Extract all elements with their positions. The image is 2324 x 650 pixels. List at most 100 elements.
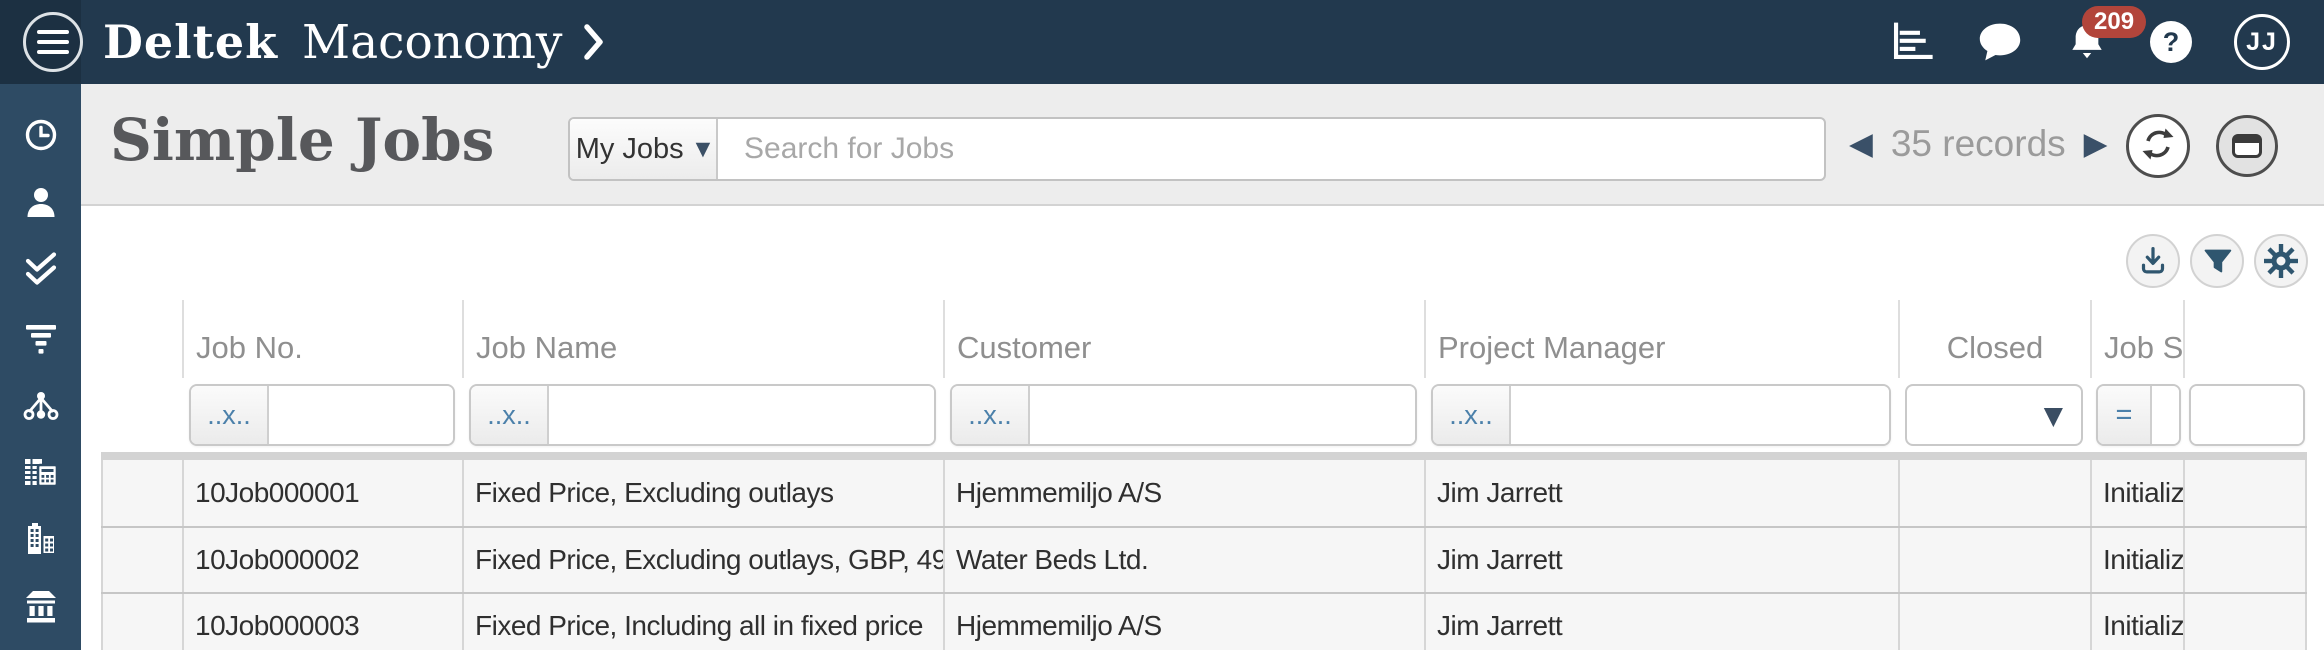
cell-gutter bbox=[101, 528, 182, 592]
column-header-filler bbox=[2183, 300, 2307, 378]
filter-equals-button[interactable]: = bbox=[2098, 386, 2152, 444]
export-download-button[interactable] bbox=[2126, 234, 2180, 288]
page-title: Simple Jobs bbox=[110, 106, 495, 174]
column-header-project-manager[interactable]: Project Manager bbox=[1424, 300, 1898, 378]
records-pager: ◀ 35 records ▶ bbox=[1849, 84, 2108, 204]
funnel-levels-icon[interactable] bbox=[21, 317, 61, 357]
search-group: My Jobs ▼ bbox=[568, 117, 1826, 181]
cell-job-no[interactable]: 10Job000003 bbox=[182, 594, 462, 650]
next-records-icon[interactable]: ▶ bbox=[2084, 126, 2108, 162]
cell-customer[interactable]: Hjemmemiljo A/S bbox=[943, 594, 1424, 650]
bank-icon[interactable] bbox=[21, 587, 61, 627]
filter-filler bbox=[2183, 384, 2307, 446]
column-header-job-status[interactable]: Job Status bbox=[2090, 300, 2183, 378]
search-input[interactable] bbox=[718, 119, 1824, 179]
notifications-bell-icon[interactable]: 209 bbox=[2066, 6, 2147, 64]
chevron-down-icon: ▼ bbox=[695, 138, 711, 160]
cell-closed[interactable] bbox=[1898, 528, 2090, 592]
filter-operator-button[interactable]: ..x.. bbox=[191, 386, 269, 444]
clock-icon[interactable] bbox=[21, 115, 61, 155]
topbar-actions: 209 ? JJ bbox=[1888, 0, 2324, 84]
window-icon bbox=[2232, 134, 2262, 158]
filter-operator-button[interactable]: ..x.. bbox=[471, 386, 549, 444]
records-count-label: 35 records bbox=[1890, 123, 2066, 164]
column-header-job-name[interactable]: Job Name bbox=[462, 300, 943, 378]
sidebar-nav bbox=[0, 84, 81, 650]
chevron-down-icon: ▼ bbox=[2043, 400, 2063, 430]
filter-filler-input[interactable] bbox=[2191, 386, 2303, 444]
cell-filler bbox=[2183, 594, 2307, 650]
user-avatar[interactable]: JJ bbox=[2234, 14, 2290, 70]
help-icon[interactable]: ? bbox=[2150, 21, 2192, 63]
person-icon[interactable] bbox=[21, 183, 61, 223]
chat-icon[interactable] bbox=[1976, 20, 2024, 64]
cell-customer[interactable]: Water Beds Ltd. bbox=[943, 528, 1424, 592]
cell-job-status[interactable]: Initialized bbox=[2090, 460, 2183, 526]
page-header: Simple Jobs My Jobs ▼ ◀ 35 records ▶ bbox=[81, 84, 2324, 206]
filter-operator-button[interactable]: ..x.. bbox=[1433, 386, 1511, 444]
cell-job-name[interactable]: Fixed Price, Excluding outlays, GBP, 49… bbox=[462, 528, 943, 592]
refresh-icon bbox=[2139, 125, 2177, 168]
filter-closed: ▼ bbox=[1898, 384, 2090, 446]
filter-project-manager-input[interactable] bbox=[1511, 386, 1889, 444]
table-row[interactable]: 10Job000001 Fixed Price, Excluding outla… bbox=[101, 460, 2307, 526]
filter-job-status-input[interactable] bbox=[2152, 386, 2179, 444]
cell-project-manager[interactable]: Jim Jarrett bbox=[1424, 594, 1898, 650]
filter-job-name: ..x.. bbox=[462, 384, 943, 446]
cell-project-manager[interactable]: Jim Jarrett bbox=[1424, 528, 1898, 592]
top-bar: Deltek Maconomy 209 ? JJ bbox=[0, 0, 2324, 84]
column-header-closed[interactable]: Closed bbox=[1898, 300, 2090, 378]
jobs-table: Job No. Job Name Customer Project Manage… bbox=[101, 300, 2307, 650]
brand-deltek: Deltek bbox=[103, 15, 279, 69]
brand-logo[interactable]: Deltek Maconomy bbox=[103, 0, 604, 84]
cell-job-no[interactable]: 10Job000002 bbox=[182, 528, 462, 592]
cell-closed[interactable] bbox=[1898, 594, 2090, 650]
cell-customer[interactable]: Hjemmemiljo A/S bbox=[943, 460, 1424, 526]
cell-closed[interactable] bbox=[1898, 460, 2090, 526]
spreadsheet-calculator-icon[interactable] bbox=[21, 452, 61, 492]
filter-job-no: ..x.. bbox=[182, 384, 462, 446]
filter-operator-button[interactable]: ..x.. bbox=[952, 386, 1030, 444]
table-row[interactable]: 10Job000002 Fixed Price, Excluding outla… bbox=[101, 526, 2307, 592]
table-actions bbox=[2126, 234, 2308, 288]
refresh-button[interactable] bbox=[2126, 114, 2190, 178]
buildings-icon[interactable] bbox=[21, 520, 61, 560]
filter-project-manager: ..x.. bbox=[1424, 384, 1898, 446]
column-header-customer[interactable]: Customer bbox=[943, 300, 1424, 378]
hierarchy-icon[interactable] bbox=[21, 385, 61, 425]
notification-count-badge: 209 bbox=[2082, 6, 2147, 39]
cell-job-status[interactable]: Initialized bbox=[2090, 528, 2183, 592]
filter-customer-input[interactable] bbox=[1030, 386, 1415, 444]
filter-customer: ..x.. bbox=[943, 384, 1424, 446]
cell-gutter bbox=[101, 594, 182, 650]
column-header-job-no[interactable]: Job No. bbox=[182, 300, 462, 378]
content-area: Job No. Job Name Customer Project Manage… bbox=[81, 206, 2324, 650]
previous-records-icon[interactable]: ◀ bbox=[1849, 126, 1873, 162]
cell-gutter bbox=[101, 460, 182, 526]
analytics-chart-icon[interactable] bbox=[1888, 21, 1934, 63]
scope-selector-label: My Jobs bbox=[575, 132, 684, 165]
settings-gear-button[interactable] bbox=[2254, 234, 2308, 288]
cell-job-status[interactable]: Initialized bbox=[2090, 594, 2183, 650]
filter-job-name-input[interactable] bbox=[549, 386, 934, 444]
brand-maconomy: Maconomy bbox=[302, 14, 563, 70]
hamburger-menu-icon[interactable] bbox=[23, 12, 83, 72]
column-header-gutter bbox=[101, 300, 182, 378]
filter-job-no-input[interactable] bbox=[269, 386, 453, 444]
filter-job-status: = bbox=[2090, 384, 2183, 446]
filter-button[interactable] bbox=[2190, 234, 2244, 288]
cell-job-name[interactable]: Fixed Price, Excluding outlays bbox=[462, 460, 943, 526]
cell-project-manager[interactable]: Jim Jarrett bbox=[1424, 460, 1898, 526]
scope-selector-dropdown[interactable]: My Jobs ▼ bbox=[570, 119, 718, 179]
filter-divider bbox=[101, 452, 2307, 460]
cell-job-name[interactable]: Fixed Price, Including all in fixed pric… bbox=[462, 594, 943, 650]
cell-job-no[interactable]: 10Job000001 bbox=[182, 460, 462, 526]
table-row[interactable]: 10Job000003 Fixed Price, Including all i… bbox=[101, 592, 2307, 650]
brand-chevron-icon bbox=[584, 24, 604, 60]
workspace-window-button[interactable] bbox=[2216, 115, 2278, 177]
double-check-icon[interactable] bbox=[21, 250, 61, 290]
cell-filler bbox=[2183, 528, 2307, 592]
filter-closed-dropdown[interactable]: ▼ bbox=[1905, 384, 2083, 446]
table-header-row: Job No. Job Name Customer Project Manage… bbox=[101, 300, 2307, 378]
cell-filler bbox=[2183, 460, 2307, 526]
